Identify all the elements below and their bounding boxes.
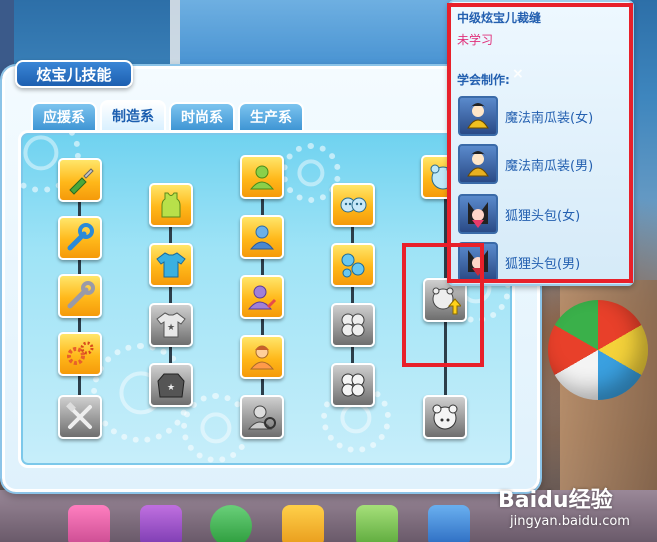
star-shirt-icon: ★	[156, 312, 186, 338]
beach-ball-decoration	[548, 300, 648, 400]
tank-top-icon	[161, 192, 181, 218]
skill-person-suit[interactable]	[240, 215, 284, 259]
recipe-label: 魔法南瓜装(男)	[505, 158, 594, 174]
close-icon[interactable]: ×	[512, 66, 524, 82]
buttons-blue-icon	[341, 253, 365, 278]
dock-item-bus-icon[interactable]	[140, 505, 182, 542]
pumpkin-outfit-icon	[458, 144, 498, 184]
dock-item-tools-icon[interactable]	[428, 505, 470, 542]
person-icon	[249, 165, 275, 190]
fox-hood-icon	[458, 194, 498, 234]
dock-item-heart-icon[interactable]	[68, 505, 110, 542]
dock-item-compass-icon[interactable]	[210, 505, 252, 542]
skill-buttons[interactable]	[331, 183, 375, 227]
skill-screwdriver[interactable]	[58, 158, 102, 202]
recipe-item[interactable]: 魔法南瓜装(女)	[458, 96, 593, 136]
skill-info-popup: 中级炫宝儿裁缝 未学习 学会制作: × 魔法南瓜装(女) 魔法南瓜装(男) 狐狸…	[448, 0, 634, 286]
skill-tabs: 应援系 制造系 时尚系 生产系	[31, 100, 304, 130]
learn-status: 未学习	[457, 33, 494, 47]
skill-buttons-quad[interactable]	[331, 363, 375, 407]
skill-pig-button[interactable]	[423, 395, 467, 439]
skill-gears[interactable]	[58, 332, 102, 376]
skill-wrench-2[interactable]	[58, 274, 102, 318]
skill-person[interactable]	[240, 155, 284, 199]
skill-star-sweater[interactable]: ★	[149, 363, 193, 407]
watermark-url: jingyan.baidu.com	[510, 514, 630, 529]
tab-production[interactable]: 生产系	[238, 102, 304, 130]
skill-hammer-wrench[interactable]	[58, 395, 102, 439]
hammer-wrench-icon	[66, 402, 92, 429]
skill-tree-area: ★ ★	[18, 130, 515, 468]
buttons-icon	[340, 197, 367, 213]
person-pen-icon	[247, 285, 277, 310]
window-title: 炫宝儿技能	[15, 60, 133, 88]
pig-upgrade-icon	[432, 287, 461, 315]
skill-person-pen[interactable]	[240, 275, 284, 319]
skill-person-hair[interactable]	[240, 335, 284, 379]
recipe-label: 魔法南瓜装(女)	[505, 110, 594, 126]
recipe-label: 狐狸头包(女)	[505, 208, 581, 224]
svg-text:★: ★	[167, 383, 175, 393]
buttons-quad-icon	[341, 373, 365, 397]
bg-window	[170, 0, 470, 70]
tab-crafting[interactable]: 制造系	[100, 100, 166, 130]
person-suit-icon	[249, 225, 275, 250]
screwdriver-icon	[69, 168, 94, 195]
wrench-icon	[67, 223, 94, 251]
tab-support[interactable]: 应援系	[31, 102, 97, 130]
recipe-label: 狐狸头包(男)	[505, 256, 581, 272]
skill-t-shirt[interactable]	[149, 243, 193, 287]
tab-fashion[interactable]: 时尚系	[169, 102, 235, 130]
learn-recipes-label: 学会制作:	[457, 73, 510, 87]
skill-buttons-blue[interactable]	[331, 243, 375, 287]
star-sweater-icon: ★	[157, 373, 185, 398]
fox-hood-icon	[458, 242, 498, 282]
recipe-item[interactable]: 魔法南瓜装(男)	[458, 144, 593, 184]
watermark-logo: Baidu经验	[498, 488, 613, 513]
recipe-item[interactable]: 狐狸头包(男)	[458, 242, 580, 282]
buttons-gray-icon	[341, 313, 365, 337]
svg-text:★: ★	[167, 323, 175, 333]
person-hair-icon	[249, 345, 275, 370]
skill-name: 中级炫宝儿裁缝	[457, 11, 542, 25]
skill-tank-top[interactable]	[149, 183, 193, 227]
gears-icon	[67, 341, 94, 365]
person-wrench-icon	[247, 405, 276, 430]
t-shirt-icon	[156, 252, 186, 278]
pumpkin-outfit-icon	[458, 96, 498, 136]
recipe-item[interactable]: 狐狸头包(女)	[458, 194, 580, 234]
wrench-2-icon	[67, 281, 95, 309]
skill-wrench[interactable]	[58, 216, 102, 260]
pig-button-icon	[432, 404, 458, 430]
dock-item-shirt-icon[interactable]	[282, 505, 324, 542]
dock-item-potion-icon[interactable]	[356, 505, 398, 542]
skill-person-wrench[interactable]	[240, 395, 284, 439]
skill-buttons-gray[interactable]	[331, 303, 375, 347]
skill-star-shirt[interactable]: ★	[149, 303, 193, 347]
